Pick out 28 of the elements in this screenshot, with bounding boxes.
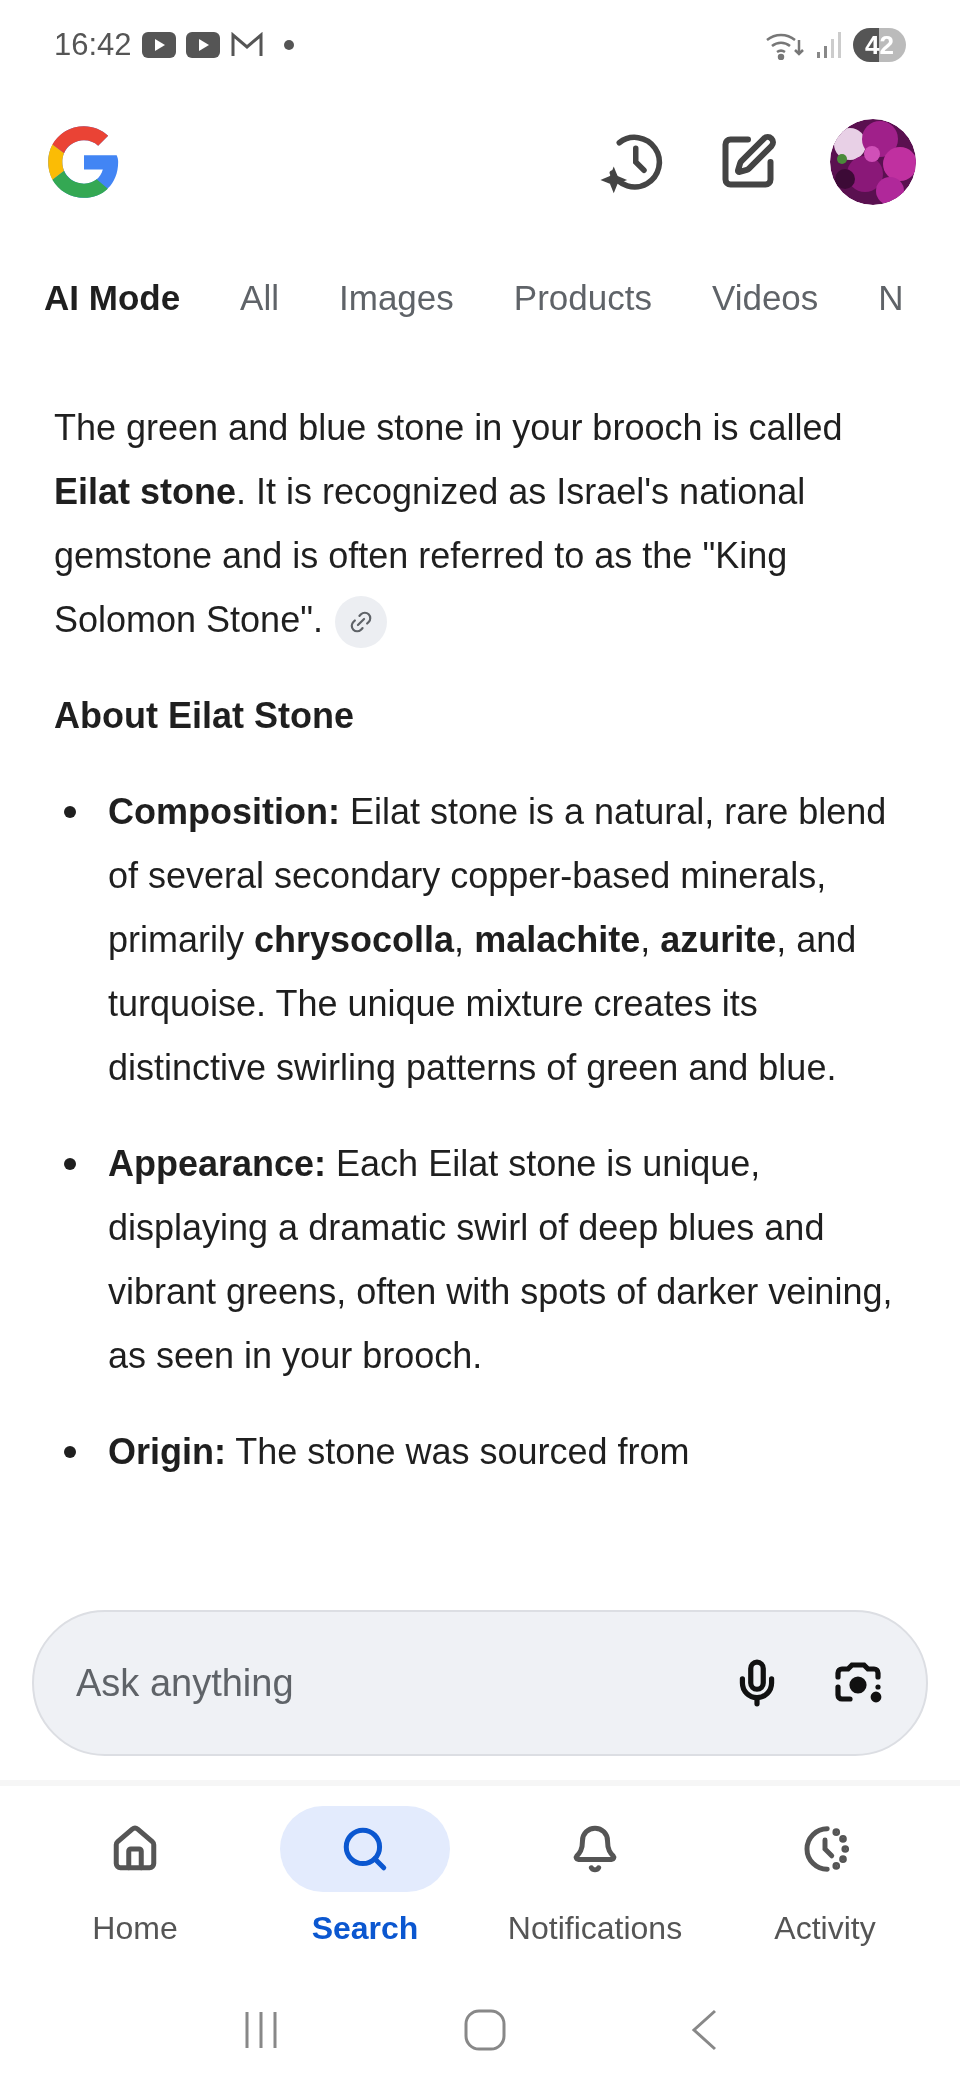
tab[interactable]: AI Mode [44, 271, 181, 325]
section-heading: About Eilat Stone [54, 694, 355, 738]
tab[interactable]: Products [513, 271, 652, 325]
status-time: 16:42 [54, 25, 132, 64]
dot-icon [283, 40, 294, 50]
video-app-icon [141, 32, 176, 58]
bullet-icon [64, 1158, 76, 1170]
bullet-text: Appearance: Each Eilat stone is unique, displaying a dramatic swirl of deep blues and vibrant greens, often with spots of darker veining, as seen in your brooch. [108, 1142, 894, 1378]
search-field[interactable]: Ask anything [32, 1610, 928, 1756]
tab[interactable]: All [240, 271, 279, 325]
tab[interactable]: Images [339, 271, 454, 325]
video-app-icon [185, 32, 220, 58]
bullet-text: Composition: Eilat stone is a natural, rare blend of several secondary copper-based minerals, primarily chrysocolla, malachite, azurite, and turquoise. The unique mixture creates its distinctive swirling patterns of green and blue. [108, 790, 888, 1090]
nav-tab[interactable]: Notifications [495, 1806, 695, 1980]
mail-icon [229, 32, 264, 58]
home-button-icon[interactable] [463, 2008, 507, 2052]
bullet-icon [64, 806, 76, 818]
nav-tab[interactable]: Home [35, 1806, 235, 1980]
nav-tab[interactable]: Activity [725, 1806, 925, 1980]
bullet-icon [64, 1446, 76, 1458]
bullet-text: Origin: The stone was sourced from [108, 1430, 691, 1474]
back-icon[interactable] [689, 2008, 719, 2052]
tab[interactable]: N [878, 271, 904, 325]
signal-icon [815, 30, 844, 60]
nav-tab[interactable]: Search [265, 1806, 465, 1980]
battery-indicator: 42 [853, 28, 906, 62]
tab[interactable]: Videos [711, 271, 819, 325]
answer-paragraph: The green and blue stone in your brooch is called Eilat stone. It is recognized as Israel's national gemstone and is often referred to as the "King Solomon Stone". [54, 396, 914, 652]
